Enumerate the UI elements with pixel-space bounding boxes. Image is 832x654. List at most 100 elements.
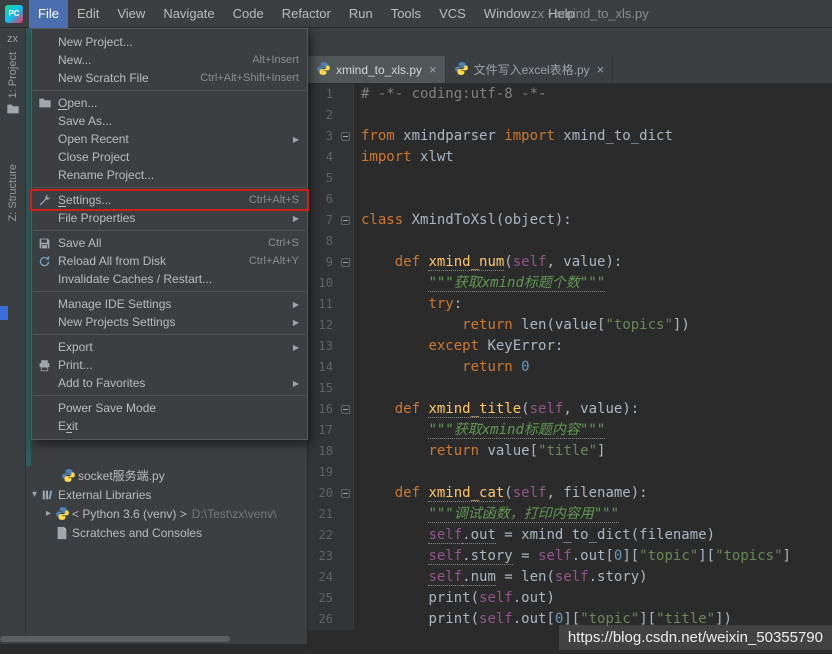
- title-bar: PC FileEditViewNavigateCodeRefactorRunTo…: [0, 0, 832, 28]
- menu-item-close-project[interactable]: Close Project: [32, 148, 307, 166]
- menu-item-export[interactable]: Export▶: [32, 338, 307, 356]
- selection-indicator: [0, 306, 8, 320]
- line-number: 14: [308, 357, 338, 378]
- wrench-icon: [38, 194, 58, 207]
- menu-item-label: Save As...: [58, 114, 112, 128]
- line-number: 20: [308, 483, 338, 504]
- menu-item-open-recent[interactable]: Open Recent ▶: [32, 130, 307, 148]
- code-editor[interactable]: 1# -*- coding:utf-8 -*-23from xmindparse…: [308, 84, 832, 654]
- line-number: 13: [308, 336, 338, 357]
- fold-marker-icon[interactable]: [341, 132, 350, 141]
- line-number: 8: [308, 231, 338, 252]
- tree-item-socket-py[interactable]: socket服务端.py: [26, 466, 307, 485]
- pycharm-window: PC FileEditViewNavigateCodeRefactorRunTo…: [0, 0, 832, 654]
- menu-separator: [33, 395, 306, 396]
- watermark: https://blog.csdn.net/weixin_50355790: [559, 625, 832, 650]
- chevron-down-icon[interactable]: ▾: [28, 489, 41, 500]
- menu-item-manage-ide-settings[interactable]: Manage IDE Settings▶: [32, 295, 307, 313]
- code-line-13: 13 except KeyError:: [308, 336, 832, 357]
- chevron-right-icon[interactable]: ▸: [42, 508, 55, 519]
- menu-item-label: Export: [58, 340, 93, 354]
- menu-separator: [33, 90, 306, 91]
- window-title: zx - xmind_to_xls.py: [531, 0, 649, 28]
- line-number: 9: [308, 252, 338, 273]
- code-line-10: 10 """获取xmind标题个数""": [308, 273, 832, 294]
- menu-item-label: New Scratch File: [58, 71, 149, 85]
- menubar-item-edit[interactable]: Edit: [68, 0, 108, 28]
- project-horizontal-scrollbar[interactable]: [0, 634, 307, 644]
- scrollbar-thumb[interactable]: [0, 636, 230, 642]
- menu-separator: [33, 187, 306, 188]
- menu-separator: [33, 334, 306, 335]
- menubar-item-refactor[interactable]: Refactor: [273, 0, 340, 28]
- menu-item-new-projects-settings[interactable]: New Projects Settings ▶: [32, 313, 307, 331]
- tab-close-icon[interactable]: ×: [597, 62, 605, 77]
- scratches-icon: [55, 526, 72, 540]
- code-line-25: 25 print(self.out): [308, 588, 832, 609]
- file-menu-popup: New Project... New... Alt+Insert New Scratc…: [31, 28, 308, 440]
- menu-item-save-as[interactable]: Save As...: [32, 112, 307, 130]
- menubar-item-file[interactable]: File: [29, 0, 68, 28]
- tree-item-scratches-and-consoles[interactable]: Scratches and Consoles: [26, 523, 307, 542]
- menu-item-add-to-favorites[interactable]: Add to Favorites▶: [32, 374, 307, 392]
- menu-item-print[interactable]: Print...: [32, 356, 307, 374]
- menu-item-file-properties[interactable]: File Properties▶: [32, 209, 307, 227]
- menu-item-new[interactable]: New... Alt+Insert: [32, 51, 307, 69]
- code-line-24: 24 self.num = len(self.story): [308, 567, 832, 588]
- menu-item-label: Open Recent: [58, 132, 129, 146]
- menu-item-new-scratch-file[interactable]: New Scratch FileCtrl+Alt+Shift+Insert: [32, 69, 307, 87]
- menu-item-reload-all-from-disk[interactable]: Reload All from DiskCtrl+Alt+Y: [32, 252, 307, 270]
- python-file-icon: [61, 468, 78, 483]
- fold-marker-icon[interactable]: [341, 489, 350, 498]
- menubar-item-view[interactable]: View: [108, 0, 154, 28]
- menubar-item-run[interactable]: Run: [340, 0, 382, 28]
- menubar-item-navigate[interactable]: Navigate: [154, 0, 223, 28]
- code-line-19: 19: [308, 462, 832, 483]
- line-number: 21: [308, 504, 338, 525]
- project-tree: socket服务端.py▾External Libraries▸< Python…: [26, 466, 307, 542]
- fold-marker-icon[interactable]: [341, 258, 350, 267]
- menu-item-exit[interactable]: Exit: [32, 417, 307, 435]
- code-line-14: 14 return 0: [308, 357, 832, 378]
- menu-item-open[interactable]: Open...: [32, 94, 307, 112]
- code-line-4: 4import xlwt: [308, 147, 832, 168]
- editor-tab-xmind-to-xls-py[interactable]: xmind_to_xls.py×: [308, 56, 446, 83]
- menubar-item-code[interactable]: Code: [224, 0, 273, 28]
- menubar-item-vcs[interactable]: VCS: [430, 0, 475, 28]
- tab-close-icon[interactable]: ×: [429, 62, 437, 77]
- line-number: 3: [308, 126, 338, 147]
- menu-item-label: New Projects Settings: [58, 315, 175, 329]
- fold-marker-icon[interactable]: [341, 405, 350, 414]
- line-number: 1: [308, 84, 338, 105]
- menu-item-label: File Properties: [58, 211, 135, 225]
- line-number: 15: [308, 378, 338, 399]
- code-line-20: 20 def xmind_cat(self, filename):: [308, 483, 832, 504]
- menu-item-label: New...: [58, 53, 91, 67]
- menu-item-invalidate-caches-restart[interactable]: Invalidate Caches / Restart...: [32, 270, 307, 288]
- line-number: 12: [308, 315, 338, 336]
- menu-item-new-project[interactable]: New Project...: [32, 33, 307, 51]
- menu-item-save-all[interactable]: Save AllCtrl+S: [32, 234, 307, 252]
- tool-button-structure[interactable]: Z: Structure: [0, 164, 26, 221]
- menubar-item-tools[interactable]: Tools: [382, 0, 430, 28]
- submenu-arrow-icon: ▶: [293, 318, 299, 327]
- tool-button-project[interactable]: 1: Project: [0, 52, 26, 121]
- editor-tab-excel-py[interactable]: 文件写入excel表格.py×: [446, 56, 614, 83]
- menu-item-label: Reload All from Disk: [58, 254, 166, 268]
- menubar-item-window[interactable]: Window: [475, 0, 539, 28]
- submenu-arrow-icon: ▶: [293, 135, 299, 144]
- line-number: 19: [308, 462, 338, 483]
- code-line-1: 1# -*- coding:utf-8 -*-: [308, 84, 832, 105]
- code-line-16: 16 def xmind_title(self, value):: [308, 399, 832, 420]
- menu-separator: [33, 230, 306, 231]
- menu-item-rename-project[interactable]: Rename Project...: [32, 166, 307, 184]
- fold-marker-icon[interactable]: [341, 216, 350, 225]
- menu-item-label: New Project...: [58, 35, 133, 49]
- line-number: 2: [308, 105, 338, 126]
- tree-item-python-3-6-venv[interactable]: ▸< Python 3.6 (venv) >D:\Test\zx\venv\: [26, 504, 307, 523]
- code-line-7: 7class XmindToXsl(object):: [308, 210, 832, 231]
- menu-item-settings[interactable]: Settings...Ctrl+Alt+S: [32, 191, 307, 209]
- menu-shortcut: Alt+Insert: [252, 54, 299, 66]
- menu-item-power-save-mode[interactable]: Power Save Mode: [32, 399, 307, 417]
- tree-item-external-libraries[interactable]: ▾External Libraries: [26, 485, 307, 504]
